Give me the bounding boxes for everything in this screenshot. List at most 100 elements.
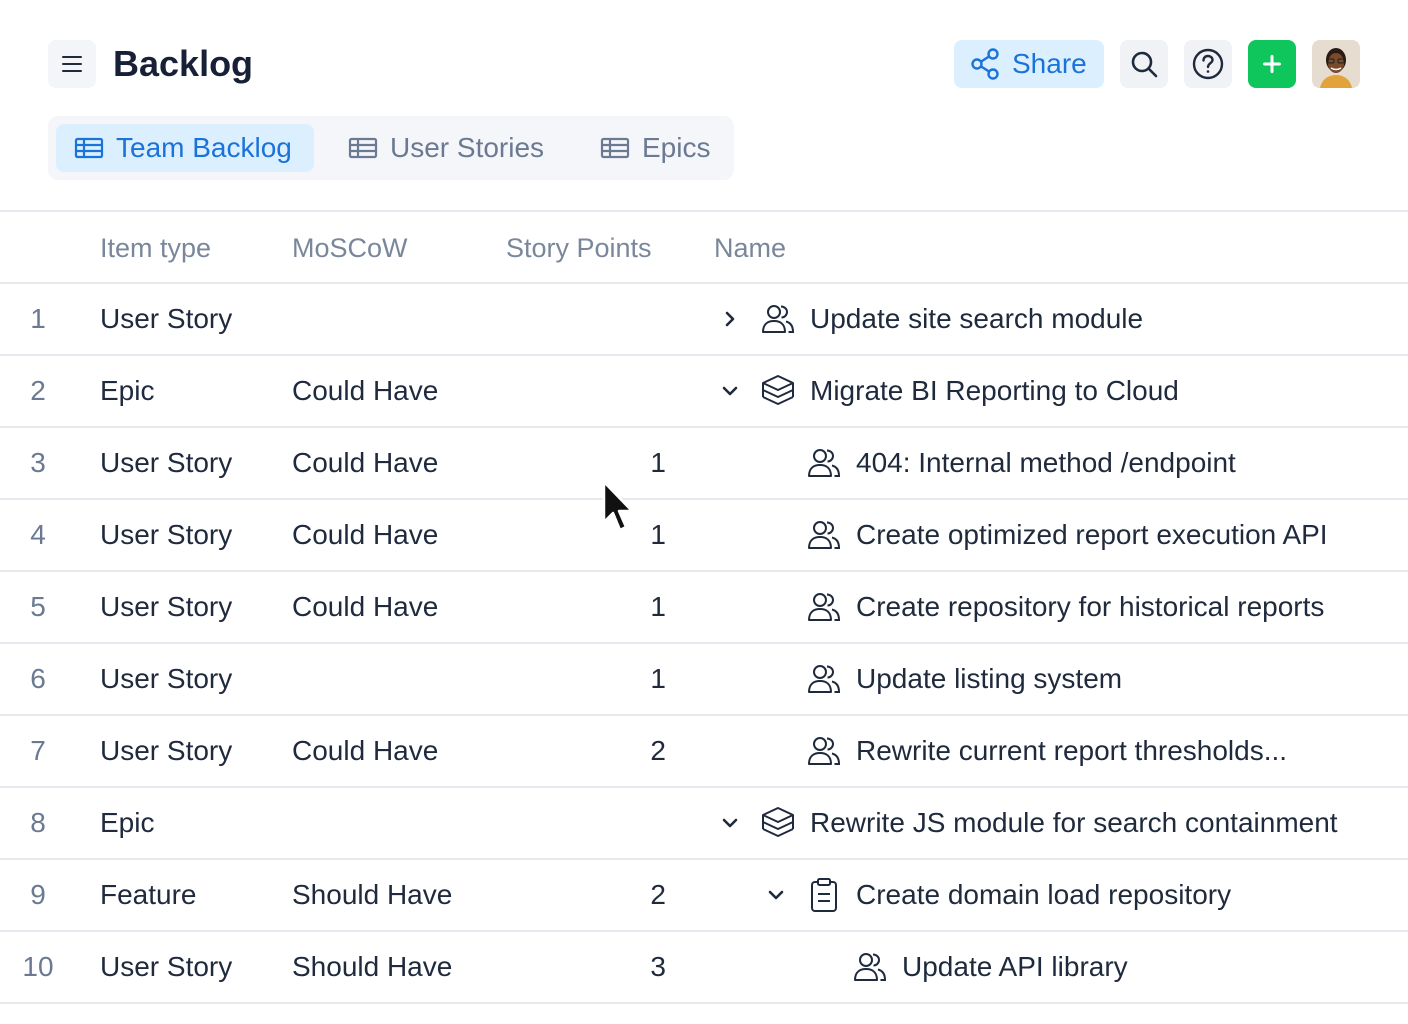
column-header-item-type[interactable]: Item type [100, 212, 211, 284]
tab-team-backlog[interactable]: Team Backlog [56, 124, 314, 172]
user-story-icon [806, 517, 842, 553]
tab-label: Team Backlog [116, 132, 292, 163]
moscow-cell[interactable]: Could Have [292, 356, 438, 426]
moscow-cell[interactable]: Could Have [292, 572, 438, 642]
item-type-cell[interactable]: User Story [100, 284, 232, 354]
item-type-cell[interactable]: User Story [100, 932, 232, 1002]
moscow-cell[interactable]: Could Have [292, 716, 438, 786]
avatar-image [1312, 40, 1360, 88]
user-story-icon [806, 661, 842, 697]
story-points-cell[interactable]: 1 [506, 428, 666, 498]
table-row[interactable]: 2 Epic Could Have Migrate BI Reporting to C… [0, 356, 1408, 428]
table-row[interactable]: 4 User Story Could Have 1 Create optimized r… [0, 500, 1408, 572]
name-cell[interactable]: Migrate BI Reporting to Cloud [714, 356, 1179, 426]
chevron-down-icon[interactable] [714, 807, 746, 839]
item-name[interactable]: Create optimized report execution API [856, 519, 1328, 551]
item-type-cell[interactable]: User Story [100, 644, 232, 714]
column-header-moscow[interactable]: MoSCoW [292, 212, 408, 284]
name-cell[interactable]: Rewrite JS module for search containment [714, 788, 1338, 858]
item-type-cell[interactable]: User Story [100, 572, 232, 642]
item-name[interactable]: Create domain load repository [856, 879, 1231, 911]
chevron-down-icon[interactable] [714, 375, 746, 407]
name-cell[interactable]: Update listing system [806, 644, 1122, 714]
item-name[interactable]: Rewrite JS module for search containment [810, 807, 1338, 839]
story-points-cell[interactable]: 1 [506, 500, 666, 570]
share-label: Share [1012, 48, 1087, 79]
table-icon [600, 137, 630, 159]
moscow-cell[interactable]: Could Have [292, 428, 438, 498]
hamburger-menu-icon [62, 56, 82, 72]
tab-user-stories[interactable]: User Stories [330, 124, 560, 172]
moscow-cell[interactable]: Should Have [292, 860, 452, 930]
item-name[interactable]: Migrate BI Reporting to Cloud [810, 375, 1179, 407]
table-row[interactable]: 7 User Story Could Have 2 Rewrite current re… [0, 716, 1408, 788]
user-story-icon [806, 589, 842, 625]
add-item-button[interactable] [1248, 40, 1296, 88]
table-row[interactable]: 9 Feature Should Have 2 Create domain load r… [0, 860, 1408, 932]
item-type-cell[interactable]: User Story [100, 428, 232, 498]
table-icon [74, 137, 104, 159]
story-points-cell[interactable]: 1 [506, 644, 666, 714]
epic-icon [760, 805, 796, 841]
feature-icon [806, 877, 842, 913]
item-type-cell[interactable]: Epic [100, 356, 154, 426]
name-cell[interactable]: Create domain load repository [760, 860, 1231, 930]
table-body: 1 User Story Update site search module 2 Epi… [0, 284, 1408, 1004]
table-row[interactable]: 6 User Story 1 Update listing system [0, 644, 1408, 716]
name-cell[interactable]: Rewrite current report thresholds... [806, 716, 1287, 786]
tab-epics[interactable]: Epics [582, 124, 732, 172]
name-cell[interactable]: Create optimized report execution API [806, 500, 1328, 570]
table-row[interactable]: 3 User Story Could Have 1 404: Internal meth… [0, 428, 1408, 500]
item-type-cell[interactable]: User Story [100, 716, 232, 786]
item-name[interactable]: Update site search module [810, 303, 1143, 335]
table-row[interactable]: 10 User Story Should Have 3 Update API libra… [0, 932, 1408, 1004]
story-points-cell[interactable]: 1 [506, 572, 666, 642]
help-button[interactable] [1184, 40, 1232, 88]
table-row[interactable]: 5 User Story Could Have 1 Create repository … [0, 572, 1408, 644]
top-bar: Backlog Share [0, 0, 1408, 120]
mouse-cursor-icon [602, 480, 634, 532]
table-header: Item type MoSCoW Story Points Name [0, 210, 1408, 284]
chevron-down-icon[interactable] [760, 879, 792, 911]
item-type-cell[interactable]: User Story [100, 500, 232, 570]
chevron-right-icon[interactable] [714, 303, 746, 335]
item-name[interactable]: Create repository for historical reports [856, 591, 1324, 623]
user-story-icon [806, 733, 842, 769]
moscow-cell[interactable]: Should Have [292, 932, 452, 1002]
item-name[interactable]: Update listing system [856, 663, 1122, 695]
table-row[interactable]: 1 User Story Update site search module [0, 284, 1408, 356]
row-number: 7 [30, 735, 46, 766]
user-story-icon [806, 445, 842, 481]
item-type-cell[interactable]: Epic [100, 788, 154, 858]
view-tabs: Team Backlog User Stories Epics [48, 116, 734, 180]
moscow-cell[interactable]: Could Have [292, 500, 438, 570]
item-name[interactable]: Update API library [902, 951, 1128, 983]
search-button[interactable] [1120, 40, 1168, 88]
story-points-cell[interactable]: 2 [506, 860, 666, 930]
item-type-cell[interactable]: Feature [100, 860, 197, 930]
column-header-story-points[interactable]: Story Points [506, 212, 652, 284]
column-header-name[interactable]: Name [714, 212, 786, 284]
help-icon [1192, 48, 1224, 80]
story-points-cell[interactable]: 2 [506, 716, 666, 786]
share-icon [971, 48, 999, 80]
item-name[interactable]: Rewrite current report thresholds... [856, 735, 1287, 767]
epic-icon [760, 373, 796, 409]
row-number: 6 [30, 663, 46, 694]
row-number: 1 [30, 303, 46, 334]
name-cell[interactable]: Update API library [852, 932, 1128, 1002]
name-cell[interactable]: Update site search module [714, 284, 1143, 354]
name-cell[interactable]: 404: Internal method /endpoint [806, 428, 1236, 498]
table-row[interactable]: 8 Epic Rewrite JS module for search contai… [0, 788, 1408, 860]
user-avatar[interactable] [1312, 40, 1360, 88]
search-icon [1131, 51, 1158, 78]
item-name[interactable]: 404: Internal method /endpoint [856, 447, 1236, 479]
user-story-icon [760, 301, 796, 337]
row-number: 10 [22, 951, 54, 982]
user-story-icon [852, 949, 888, 985]
share-button[interactable]: Share [954, 40, 1104, 88]
menu-button[interactable] [48, 40, 96, 88]
plus-icon [1263, 55, 1281, 73]
story-points-cell[interactable]: 3 [506, 932, 666, 1002]
name-cell[interactable]: Create repository for historical reports [806, 572, 1324, 642]
